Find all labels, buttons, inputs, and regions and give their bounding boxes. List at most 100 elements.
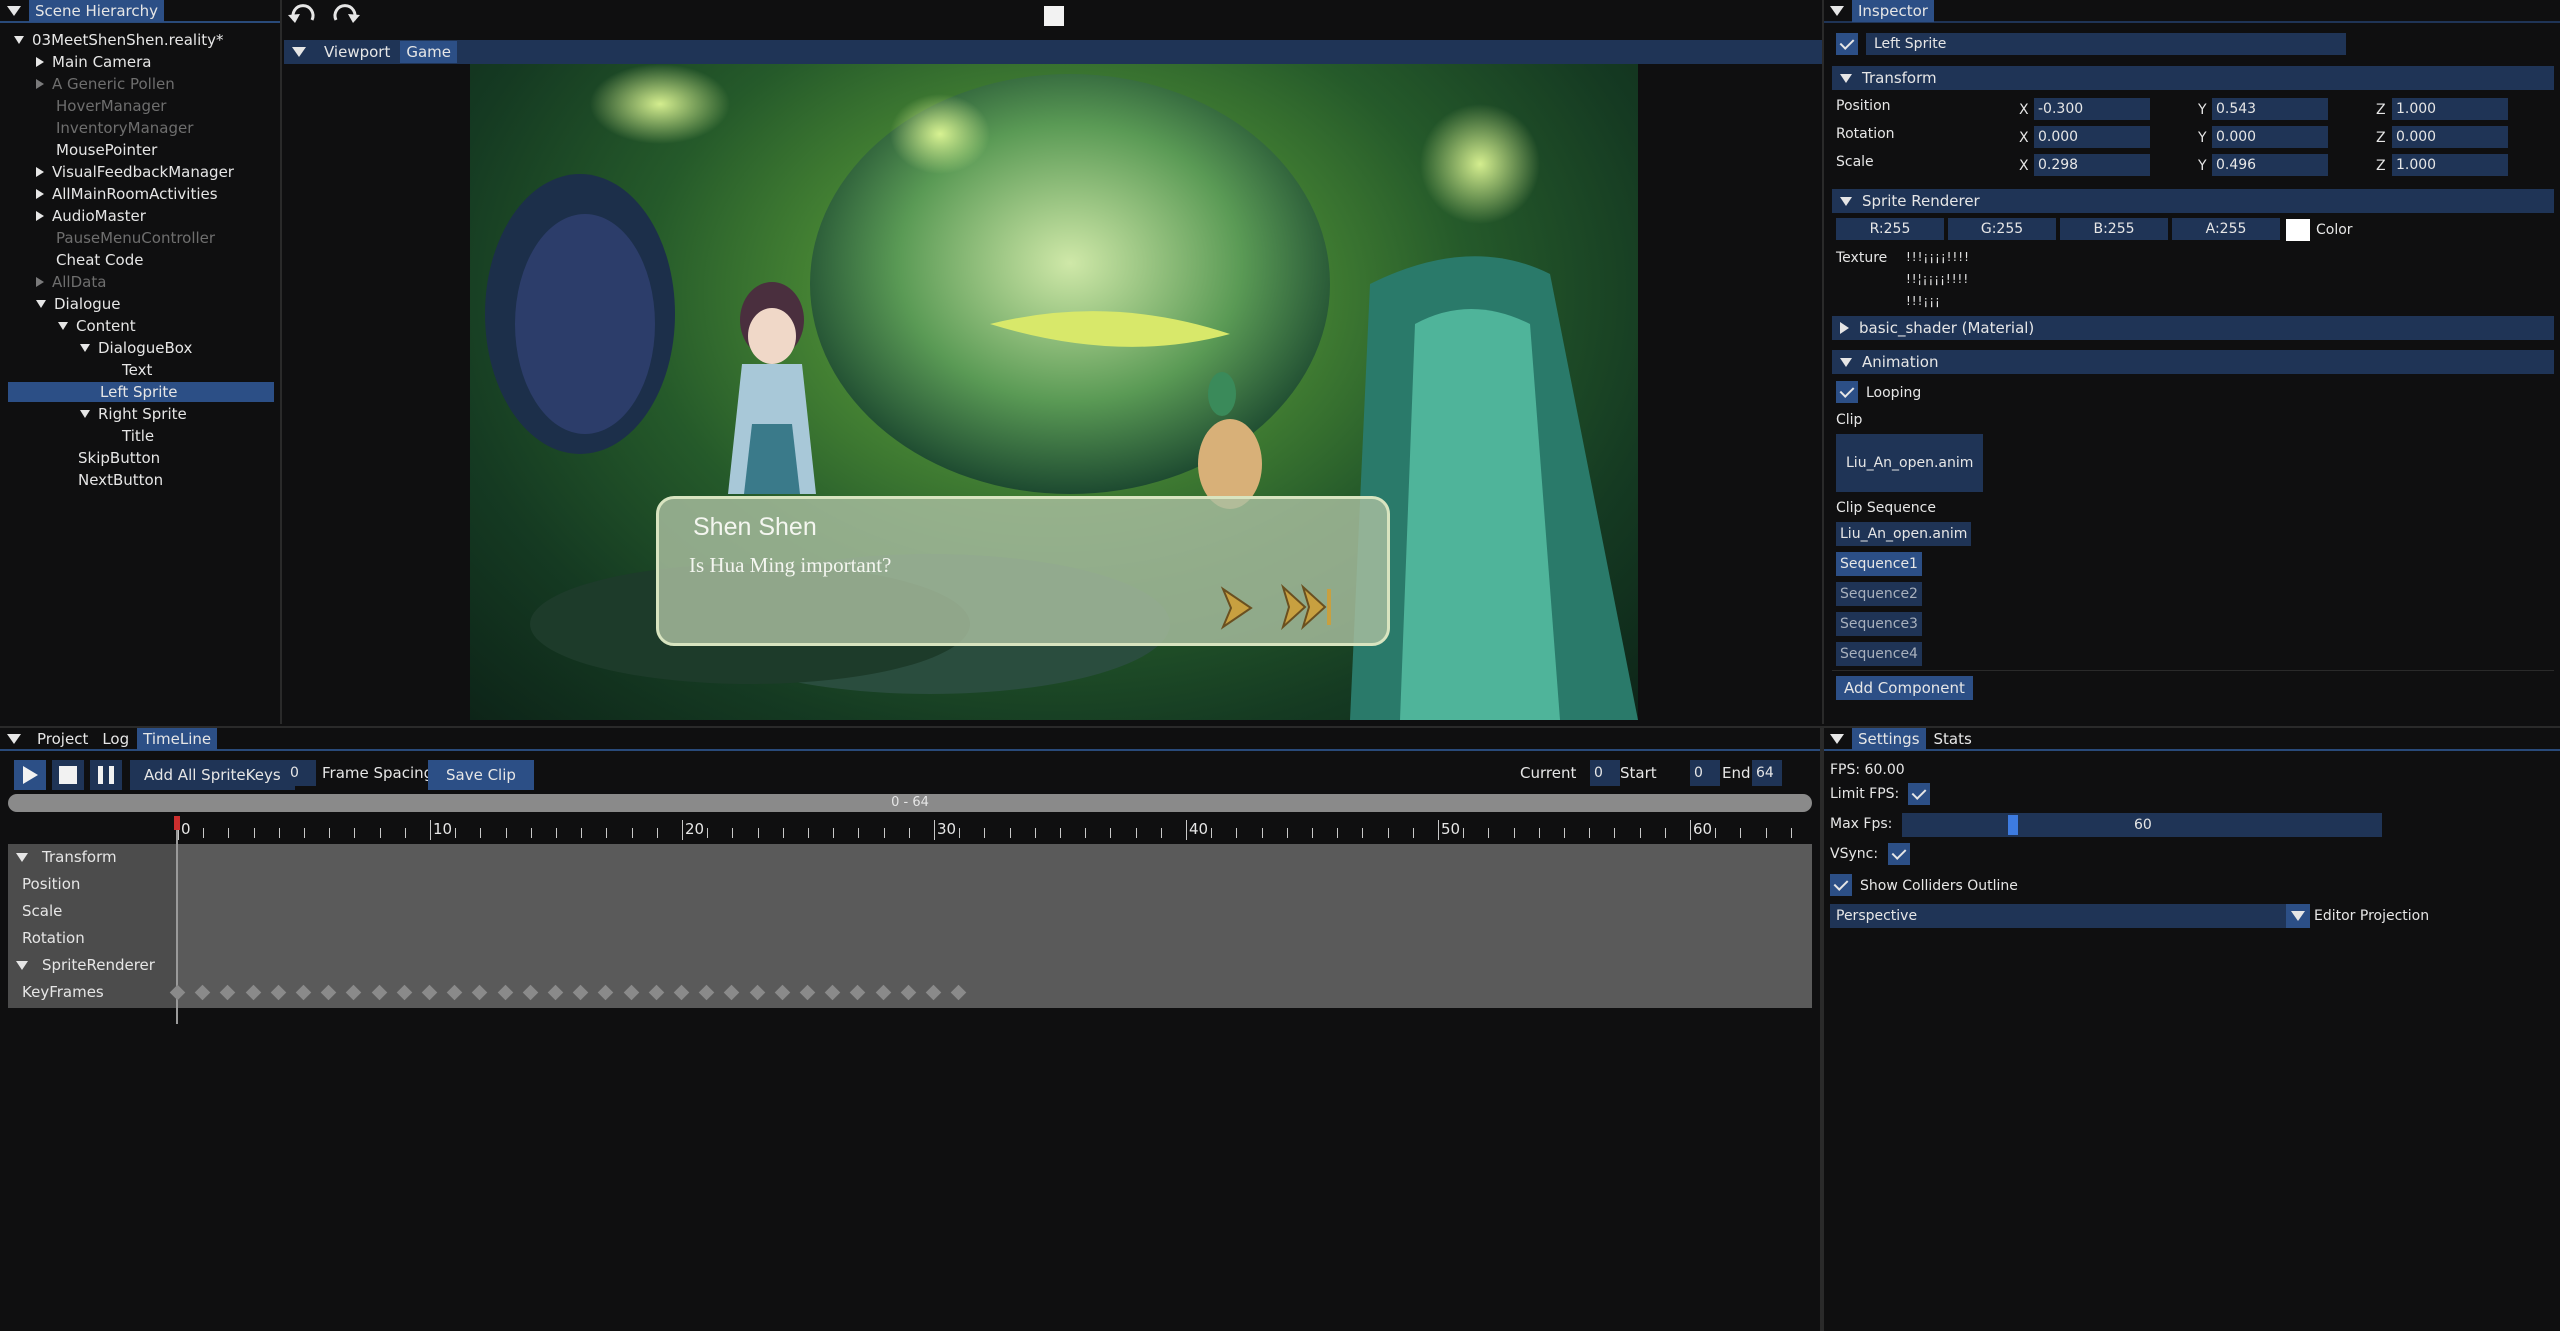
hierarchy-item[interactable]: PauseMenuController: [36, 228, 215, 248]
skip-arrow-icon[interactable]: [1279, 583, 1335, 631]
sequence-item[interactable]: Liu_An_open.anim: [1836, 522, 1972, 546]
chevron-down-icon[interactable]: [80, 344, 90, 352]
chevron-right-icon[interactable]: [36, 189, 44, 199]
sprite-renderer-section-header[interactable]: Sprite Renderer: [1832, 189, 2554, 213]
position-z-field[interactable]: 1.000: [2392, 98, 2508, 120]
scale-x-field[interactable]: 0.298: [2034, 154, 2150, 176]
track-row[interactable]: KeyFrames: [22, 983, 104, 1001]
hierarchy-item[interactable]: SkipButton: [58, 448, 160, 468]
hierarchy-item[interactable]: HoverManager: [36, 96, 166, 116]
track-row[interactable]: SpriteRenderer: [16, 956, 155, 974]
animation-section-header[interactable]: Animation: [1832, 350, 2554, 374]
position-x-field[interactable]: -0.300: [2034, 98, 2150, 120]
hierarchy-item[interactable]: Right Sprite: [80, 404, 187, 424]
hierarchy-item[interactable]: AllMainRoomActivities: [36, 184, 218, 204]
collapse-triangle-icon[interactable]: [1830, 5, 1844, 16]
hierarchy-item[interactable]: VisualFeedbackManager: [36, 162, 234, 182]
hierarchy-item[interactable]: A Generic Pollen: [36, 74, 175, 94]
tab-settings[interactable]: Settings: [1852, 727, 1926, 750]
hierarchy-item[interactable]: Cheat Code: [36, 250, 143, 270]
end-field[interactable]: 64: [1752, 760, 1782, 786]
tab-game[interactable]: Game: [400, 41, 457, 63]
playhead-marker[interactable]: [174, 816, 180, 830]
game-view[interactable]: Shen Shen Is Hua Ming important?: [470, 64, 1638, 720]
looping-checkbox[interactable]: [1836, 381, 1858, 403]
hierarchy-item[interactable]: NextButton: [58, 470, 163, 490]
scale-y-field[interactable]: 0.496: [2212, 154, 2328, 176]
track-row[interactable]: Position: [22, 875, 80, 893]
hierarchy-item[interactable]: InventoryManager: [36, 118, 193, 138]
chevron-down-icon[interactable]: [58, 322, 68, 330]
tab-inspector[interactable]: Inspector: [1852, 0, 1934, 22]
show-colliders-checkbox[interactable]: [1830, 874, 1852, 896]
track-row[interactable]: Rotation: [22, 929, 85, 947]
hierarchy-item[interactable]: Dialogue: [36, 294, 121, 314]
projection-dropdown[interactable]: Perspective: [1830, 904, 2310, 928]
color-b-field[interactable]: B:255: [2060, 218, 2168, 240]
rotation-z-field[interactable]: 0.000: [2392, 126, 2508, 148]
current-field[interactable]: 0: [1590, 760, 1620, 786]
object-name-field[interactable]: Left Sprite: [1866, 33, 2346, 55]
track-row[interactable]: Scale: [22, 902, 62, 920]
sequence-item[interactable]: Sequence1: [1836, 552, 1922, 576]
start-field[interactable]: 0: [1690, 760, 1720, 786]
dropdown-arrow-button[interactable]: [2286, 904, 2310, 928]
position-y-field[interactable]: 0.543: [2212, 98, 2328, 120]
slider-grab[interactable]: [2008, 815, 2018, 835]
pause-button[interactable]: [90, 760, 122, 790]
limit-fps-checkbox[interactable]: [1908, 783, 1930, 805]
chevron-right-icon[interactable]: [36, 277, 44, 287]
add-component-button[interactable]: Add Component: [1836, 676, 1973, 700]
stop-button[interactable]: [52, 760, 84, 790]
hierarchy-item[interactable]: DialogueBox: [80, 338, 192, 358]
color-g-field[interactable]: G:255: [1948, 218, 2056, 240]
chevron-right-icon[interactable]: [36, 57, 44, 67]
collapse-triangle-icon[interactable]: [292, 47, 306, 57]
max-fps-slider[interactable]: 60: [1902, 813, 2382, 837]
hierarchy-item[interactable]: AllData: [36, 272, 106, 292]
undo-icon[interactable]: [286, 4, 320, 30]
sequence-item[interactable]: Sequence3: [1836, 612, 1922, 636]
track-area[interactable]: [8, 844, 1812, 1008]
tab-log[interactable]: Log: [96, 728, 135, 750]
color-a-field[interactable]: A:255: [2172, 218, 2280, 240]
hierarchy-item[interactable]: Content: [58, 316, 136, 336]
collapse-triangle-icon[interactable]: [7, 733, 21, 744]
chevron-right-icon[interactable]: [36, 79, 44, 89]
next-arrow-icon[interactable]: [1219, 585, 1255, 631]
clip-slot[interactable]: Liu_An_open.anim: [1836, 434, 1984, 492]
collapse-triangle-icon[interactable]: [7, 5, 21, 16]
rotation-y-field[interactable]: 0.000: [2212, 126, 2328, 148]
chevron-down-icon[interactable]: [80, 410, 90, 418]
tab-stats[interactable]: Stats: [1928, 728, 1978, 750]
chevron-down-icon[interactable]: [16, 960, 28, 970]
chevron-down-icon[interactable]: [16, 852, 28, 862]
collapse-triangle-icon[interactable]: [1830, 733, 1844, 744]
color-swatch[interactable]: [2286, 219, 2310, 241]
hierarchy-item[interactable]: MousePointer: [36, 140, 157, 160]
chevron-right-icon[interactable]: [36, 211, 44, 221]
frame-spacing-field[interactable]: 0: [286, 760, 316, 786]
hierarchy-item[interactable]: Title: [102, 426, 154, 446]
track-row[interactable]: Transform: [16, 848, 117, 866]
range-scrollbar[interactable]: 0 - 64: [8, 794, 1812, 812]
transform-section-header[interactable]: Transform: [1832, 66, 2554, 90]
chevron-right-icon[interactable]: [36, 167, 44, 177]
sequence-item[interactable]: Sequence2: [1836, 582, 1922, 606]
object-active-checkbox[interactable]: [1836, 33, 1858, 55]
add-all-spritekeys-button[interactable]: Add All SpriteKeys: [130, 760, 295, 790]
rotation-x-field[interactable]: 0.000: [2034, 126, 2150, 148]
chevron-down-icon[interactable]: [36, 300, 46, 308]
scene-root[interactable]: 03MeetShenShen.reality*: [14, 30, 224, 50]
hierarchy-item[interactable]: Text: [102, 360, 152, 380]
tab-scene-hierarchy[interactable]: Scene Hierarchy: [29, 0, 165, 22]
material-section-header[interactable]: basic_shader (Material): [1832, 316, 2554, 340]
stop-play-icon[interactable]: [1044, 6, 1064, 26]
hierarchy-item[interactable]: Left Sprite: [8, 382, 274, 402]
play-button[interactable]: [14, 760, 46, 790]
tab-viewport[interactable]: Viewport: [318, 41, 396, 63]
hierarchy-item[interactable]: AudioMaster: [36, 206, 146, 226]
timeline-ruler[interactable]: 0 10 20 30 40 50 60: [0, 814, 1822, 844]
scale-z-field[interactable]: 1.000: [2392, 154, 2508, 176]
chevron-down-icon[interactable]: [14, 36, 24, 44]
